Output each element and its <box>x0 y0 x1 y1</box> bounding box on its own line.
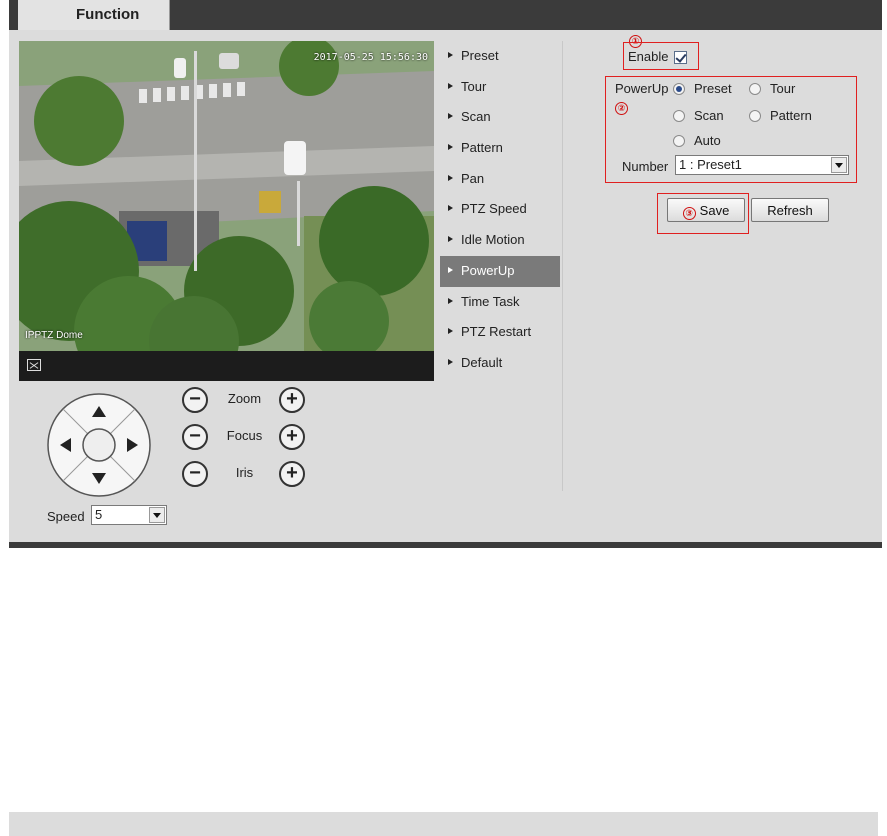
chevron-right-icon <box>448 52 453 58</box>
video-channel-label: IPPTZ Dome <box>25 330 83 341</box>
focus-label: Focus <box>226 428 263 443</box>
focus-far-button[interactable]: + <box>279 424 305 450</box>
menu-item-label: Tour <box>461 78 487 94</box>
zoom-control: − Zoom + <box>182 387 306 415</box>
fullscreen-icon[interactable] <box>27 359 41 371</box>
menu-item-powerup[interactable]: PowerUp <box>440 255 560 287</box>
speed-label: Speed <box>47 509 85 524</box>
speed-select[interactable]: 5 <box>91 505 167 525</box>
menu-item-pattern[interactable]: Pattern <box>440 133 560 164</box>
iris-label: Iris <box>235 465 254 480</box>
menu-item-time-task[interactable]: Time Task <box>440 287 560 318</box>
menu-item-label: Time Task <box>461 293 520 309</box>
menu-item-scan[interactable]: Scan <box>440 102 560 133</box>
chevron-down-icon[interactable] <box>831 157 847 173</box>
menu-item-ptz-restart[interactable]: PTZ Restart <box>440 317 560 348</box>
iris-open-button[interactable]: + <box>279 461 305 487</box>
tab-function[interactable]: Function <box>18 0 170 30</box>
live-video[interactable]: 2017-05-25 15:56:30 IPPTZ Dome <box>19 41 434 381</box>
menu-item-preset[interactable]: Preset <box>440 41 560 72</box>
chevron-right-icon <box>448 266 453 273</box>
menu-item-ptz-speed[interactable]: PTZ Speed <box>440 194 560 225</box>
number-label: Number <box>622 159 669 174</box>
powerup-label: PowerUp <box>615 81 669 96</box>
radio-preset[interactable] <box>673 83 685 95</box>
annotation-marker-3: ③ <box>682 207 696 220</box>
menu-item-default[interactable]: Default <box>440 348 560 379</box>
menu-item-label: PTZ Restart <box>461 324 532 340</box>
panel-divider <box>562 41 563 491</box>
radio-scan[interactable] <box>673 110 685 122</box>
menu-item-tour[interactable]: Tour <box>440 72 560 103</box>
content-area: 2017-05-25 15:56:30 IPPTZ Dome − Zoom + … <box>9 30 882 542</box>
chevron-right-icon <box>448 205 453 212</box>
iris-control: − Iris + <box>182 461 306 489</box>
annotation-marker-2: ② <box>615 102 628 115</box>
radio-tour-label: Tour <box>770 81 796 96</box>
chevron-right-icon <box>448 297 453 304</box>
number-value: 1 : Preset1 <box>679 157 742 172</box>
video-toolbar <box>19 351 434 381</box>
menu-item-label: Pan <box>461 170 485 186</box>
chevron-right-icon <box>448 113 453 120</box>
speed-value: 5 <box>95 507 103 522</box>
save-button-label: Save <box>699 203 730 218</box>
ptz-config-window: Function 2017-05-25 15:56:30 IPPTZ Dome … <box>9 0 882 548</box>
chevron-right-icon <box>448 358 453 365</box>
menu-item-label: Scan <box>461 109 491 125</box>
radio-tour[interactable] <box>749 83 761 95</box>
footer-strip <box>9 812 878 836</box>
number-select[interactable]: 1 : Preset1 <box>675 155 849 175</box>
focus-near-button[interactable]: − <box>182 424 208 450</box>
menu-item-idle-motion[interactable]: Idle Motion <box>440 225 560 256</box>
focus-control: − Focus + <box>182 424 306 452</box>
zoom-out-button[interactable]: − <box>182 387 208 413</box>
bottom-bar <box>9 542 882 548</box>
radio-pattern[interactable] <box>749 110 761 122</box>
menu-item-label: PTZ Speed <box>461 201 527 217</box>
save-button[interactable]: ③ Save <box>667 198 745 222</box>
enable-checkbox[interactable] <box>674 51 687 64</box>
chevron-right-icon <box>448 328 453 335</box>
chevron-down-icon[interactable] <box>149 507 165 523</box>
menu-item-label: Preset <box>461 48 499 63</box>
menu-item-pan[interactable]: Pan <box>440 164 560 195</box>
chevron-right-icon <box>448 82 453 89</box>
zoom-in-button[interactable]: + <box>279 387 305 413</box>
iris-close-button[interactable]: − <box>182 461 208 487</box>
chevron-right-icon <box>448 174 453 181</box>
radio-auto-label: Auto <box>694 133 721 148</box>
chevron-right-icon <box>448 144 453 151</box>
radio-pattern-label: Pattern <box>770 108 812 123</box>
refresh-button[interactable]: Refresh <box>751 198 829 222</box>
enable-label: Enable <box>628 49 669 64</box>
radio-scan-label: Scan <box>694 108 724 123</box>
ptz-direction-pad[interactable] <box>46 392 152 498</box>
function-menu: Preset Tour Scan Pattern Pan PTZ Speed I… <box>440 41 560 379</box>
menu-item-label: PowerUp <box>461 262 515 278</box>
radio-auto[interactable] <box>673 135 685 147</box>
menu-item-label: Pattern <box>461 140 503 156</box>
zoom-label: Zoom <box>227 391 262 406</box>
chevron-right-icon <box>448 236 453 243</box>
menu-item-label: Default <box>461 354 503 370</box>
menu-item-label: Idle Motion <box>461 232 525 248</box>
radio-preset-label: Preset <box>694 81 732 96</box>
video-timestamp: 2017-05-25 15:56:30 <box>313 52 428 63</box>
